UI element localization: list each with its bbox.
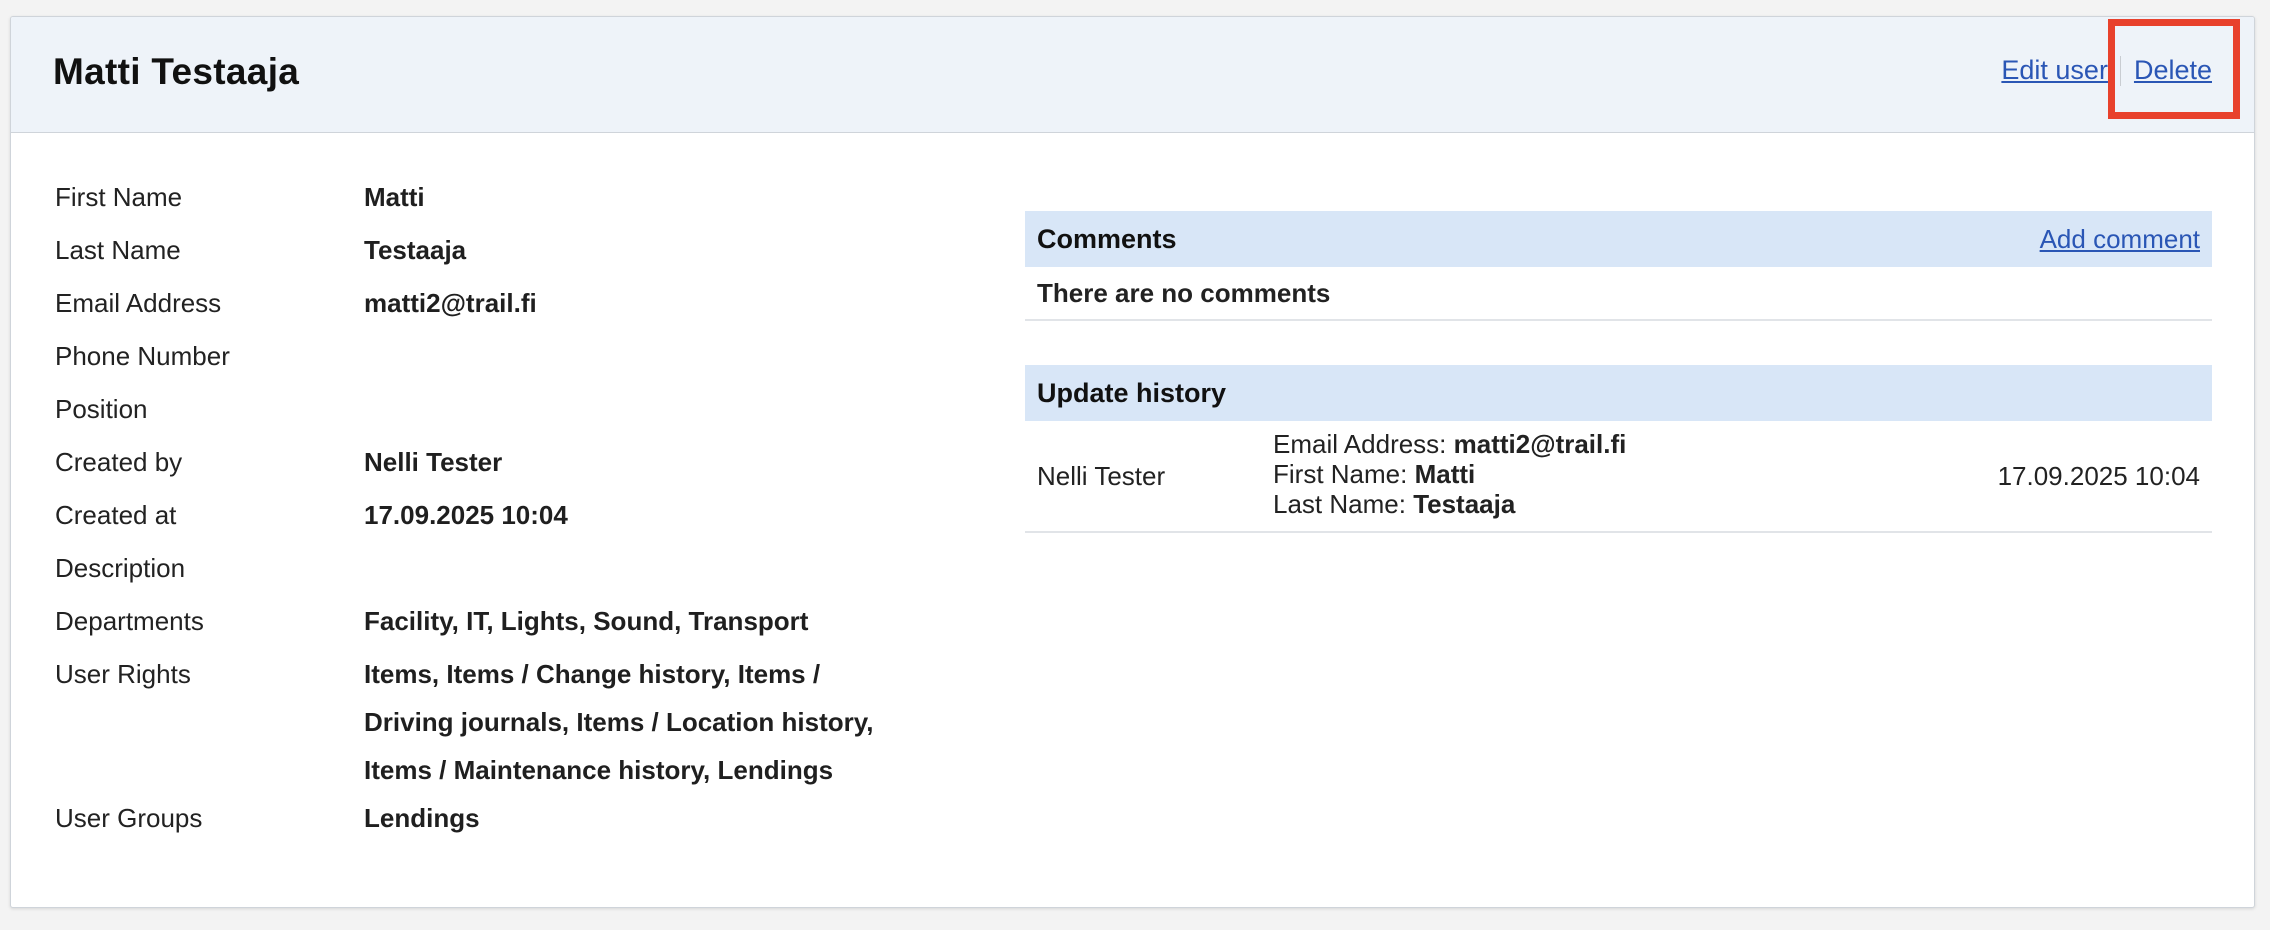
detail-row-last-name: Last Name Testaaja [55, 226, 955, 279]
detail-value: matti2@trail.fi [364, 288, 537, 318]
detail-value: Items, Items / Change history, Items / D… [364, 650, 924, 794]
detail-value: Lendings [364, 803, 480, 833]
history-entry: Nelli Tester Email Address: matti2@trail… [1025, 421, 2212, 533]
detail-row-description: Description [55, 544, 955, 597]
comments-title: Comments [1037, 223, 1177, 254]
detail-row-first-name: First Name Matti [55, 173, 955, 226]
detail-row-email: Email Address matti2@trail.fi [55, 279, 955, 332]
history-change-value: Testaaja [1413, 489, 1516, 519]
card-header: Matti Testaaja Edit user Delete [11, 17, 2254, 133]
history-user: Nelli Tester [1037, 461, 1166, 491]
detail-value: Nelli Tester [364, 447, 503, 477]
detail-label: Position [55, 394, 148, 424]
detail-value: Matti [364, 182, 425, 212]
detail-label: Last Name [55, 235, 181, 265]
user-rights-line: Items / Maintenance history, Lendings [364, 755, 834, 785]
user-details: First Name Matti Last Name Testaaja Emai… [55, 173, 955, 847]
history-change: Email Address: matti2@trail.fi [1273, 429, 1626, 459]
delete-wrap: Delete [2107, 19, 2240, 119]
comments-header: Comments Add comment [1025, 211, 2212, 267]
delete-link[interactable]: Delete [2134, 55, 2212, 85]
history-change-value: Matti [1414, 459, 1476, 489]
user-rights-line: Items, Items / Change history, Items / [364, 659, 821, 689]
history-title: Update history [1037, 377, 1227, 408]
comments-empty-text: There are no comments [1025, 267, 2212, 321]
history-change-field: Last Name: [1273, 489, 1406, 519]
detail-label: Departments [55, 606, 204, 636]
comments-panel: Comments Add comment There are no commen… [1025, 211, 2212, 321]
history-change: First Name: Matti [1273, 459, 1626, 489]
page-title: Matti Testaaja [53, 51, 300, 92]
user-card: Matti Testaaja Edit user Delete First Na… [10, 16, 2255, 908]
detail-label: Created at [55, 500, 177, 530]
history-date: 17.09.2025 10:04 [1997, 461, 2200, 491]
detail-label: Phone Number [55, 341, 230, 371]
history-change-value: matti2@trail.fi [1453, 429, 1627, 459]
history-change-field: First Name: [1273, 459, 1408, 489]
detail-label: User Rights [55, 659, 191, 689]
detail-row-created-by: Created by Nelli Tester [55, 438, 955, 491]
detail-row-user-rights: User Rights Items, Items / Change histor… [55, 650, 955, 794]
history-changes: Email Address: matti2@trail.fi First Nam… [1273, 429, 1626, 519]
detail-label: Email Address [55, 288, 222, 318]
detail-value: 17.09.2025 10:04 [364, 500, 568, 530]
history-header: Update history [1025, 365, 2212, 421]
action-divider [2119, 55, 2121, 86]
history-change: Last Name: Testaaja [1273, 489, 1626, 519]
detail-row-departments: Departments Facility, IT, Lights, Sound,… [55, 597, 955, 650]
add-comment-link[interactable]: Add comment [2040, 224, 2200, 255]
detail-row-position: Position [55, 385, 955, 438]
edit-user-link[interactable]: Edit user [2001, 55, 2108, 86]
detail-value: Facility, IT, Lights, Sound, Transport [364, 606, 809, 636]
detail-label: First Name [55, 182, 183, 212]
detail-value [364, 332, 924, 385]
update-history-panel: Update history Nelli Tester Email Addres… [1025, 365, 2212, 533]
detail-row-phone: Phone Number [55, 332, 955, 385]
history-change-field: Email Address: [1273, 429, 1447, 459]
detail-row-created-at: Created at 17.09.2025 10:04 [55, 491, 955, 544]
header-actions: Edit user Delete [2001, 19, 2240, 119]
detail-row-user-groups: User Groups Lendings [55, 794, 955, 847]
detail-label: User Groups [55, 803, 203, 833]
detail-value: Testaaja [364, 235, 467, 265]
detail-value [364, 385, 924, 438]
detail-value [364, 544, 924, 597]
user-rights-line: Driving journals, Items / Location histo… [364, 707, 874, 737]
detail-label: Created by [55, 447, 183, 477]
detail-label: Description [55, 553, 186, 583]
